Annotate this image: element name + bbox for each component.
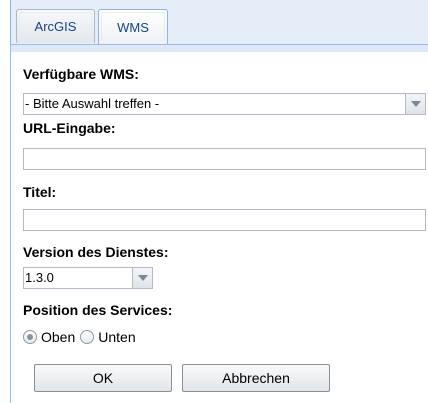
radio-oben[interactable] <box>23 330 37 344</box>
position-radio-group: Oben Unten <box>23 329 136 345</box>
available-wms-select[interactable]: - Bitte Auswahl treffen - <box>23 93 426 115</box>
radio-oben-label: Oben <box>41 329 76 345</box>
position-label: Position des Services: <box>23 302 173 318</box>
cancel-button[interactable]: Abbrechen <box>182 364 330 392</box>
tab-arcgis[interactable]: ArcGIS <box>16 9 95 43</box>
chevron-down-icon <box>410 101 421 107</box>
available-wms-dropdown-trigger[interactable] <box>405 94 425 114</box>
version-dropdown-trigger[interactable] <box>132 268 152 288</box>
radio-unten[interactable] <box>80 330 95 344</box>
tab-arcgis-label: ArcGIS <box>34 19 77 34</box>
url-input[interactable] <box>23 148 426 170</box>
version-select[interactable]: 1.3.0 <box>23 267 153 289</box>
tab-wms-label: WMS <box>117 19 149 35</box>
available-wms-label: Verfügbare WMS: <box>23 66 139 82</box>
ok-button[interactable]: OK <box>34 364 172 392</box>
version-label: Version des Dienstes: <box>23 244 169 260</box>
title-label: Titel: <box>23 184 57 200</box>
radio-unten-label: Unten <box>98 329 136 345</box>
version-value: 1.3.0 <box>25 270 54 285</box>
title-input[interactable] <box>23 209 426 231</box>
url-label: URL-Eingabe: <box>23 120 116 136</box>
tab-strip: ArcGIS WMS <box>10 0 428 44</box>
available-wms-value: - Bitte Auswahl treffen - <box>25 96 160 111</box>
chevron-down-icon <box>137 275 148 281</box>
tab-wms[interactable]: WMS <box>98 9 168 44</box>
tab-strip-divider <box>10 44 428 52</box>
